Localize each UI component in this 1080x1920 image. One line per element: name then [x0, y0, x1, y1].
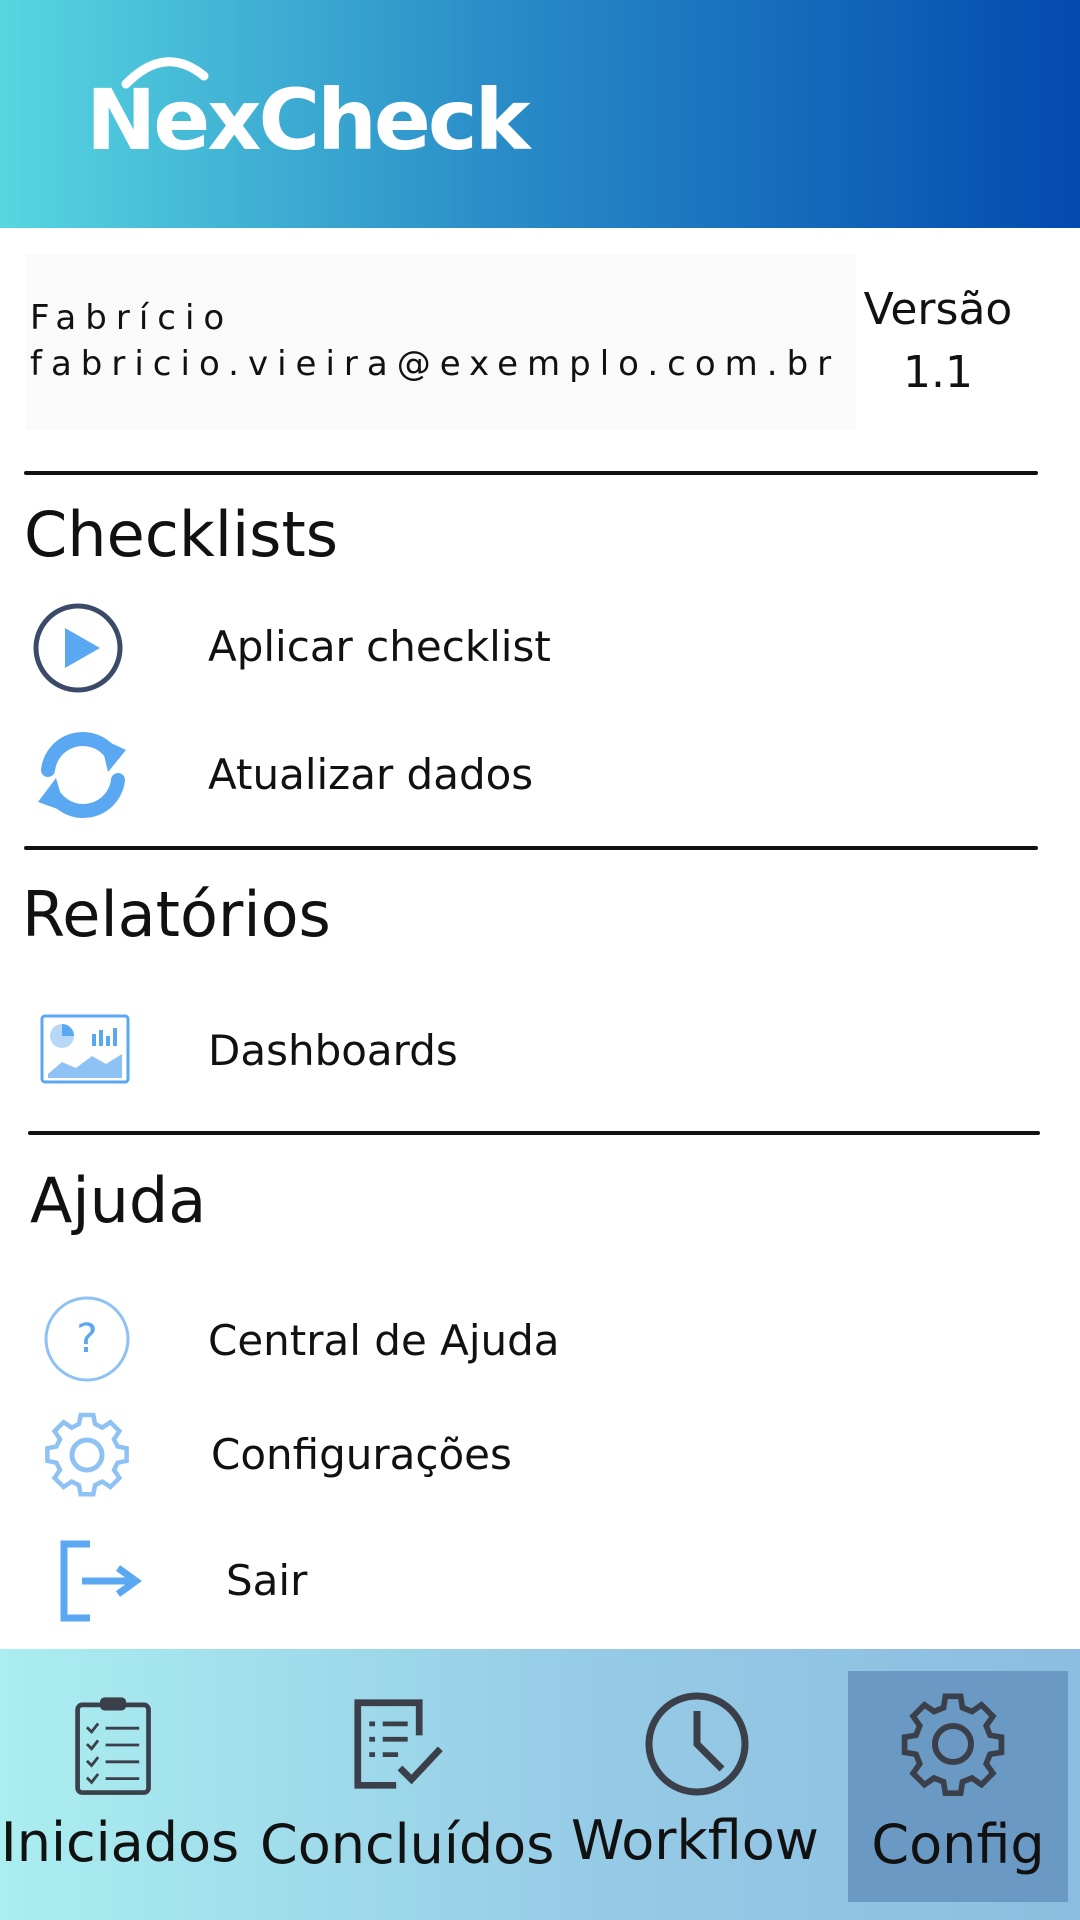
help-circle-icon: ?	[44, 1296, 130, 1382]
menu-item-central-de-ajuda[interactable]: ? Central de Ajuda	[0, 1284, 1080, 1394]
version-info: Versão 1.1	[858, 284, 1018, 398]
menu-label: Atualizar dados	[208, 750, 534, 799]
user-info-card: Fabrício fabricio.vieira@exemplo.com.br	[26, 254, 856, 430]
menu-label: Sair	[226, 1556, 308, 1605]
menu-label: Central de Ajuda	[208, 1316, 560, 1365]
nav-label: Config	[871, 1813, 1045, 1876]
document-check-icon	[354, 1699, 443, 1789]
menu-label: Configurações	[211, 1430, 512, 1479]
menu-item-aplicar-checklist[interactable]: Aplicar checklist	[0, 594, 1080, 704]
version-label: Versão	[863, 284, 1013, 335]
bottom-navigation: Iniciados Concluídos Workflow Config	[0, 1649, 1080, 1920]
menu-item-sair[interactable]: Sair	[0, 1526, 1080, 1636]
gear-icon	[45, 1412, 129, 1497]
version-value: 1.1	[903, 347, 973, 398]
user-name: Fabrício	[30, 298, 234, 338]
logout-icon	[60, 1540, 142, 1622]
svg-text:?: ?	[76, 1316, 97, 1362]
menu-item-configuracoes[interactable]: Configurações	[0, 1398, 1080, 1508]
nav-label: Workflow	[571, 1809, 819, 1872]
nav-tab-concluidos[interactable]: Concluídos	[260, 1649, 555, 1920]
divider	[24, 846, 1038, 850]
section-title-checklists: Checklists	[24, 498, 339, 571]
gear-icon	[901, 1693, 1005, 1797]
menu-item-dashboards[interactable]: Dashboards	[0, 996, 1080, 1106]
nav-tab-iniciados[interactable]: Iniciados	[0, 1649, 240, 1920]
section-title-relatorios: Relatórios	[22, 878, 331, 951]
nav-label: Iniciados	[0, 1811, 240, 1874]
clipboard-checklist-icon	[75, 1697, 151, 1795]
menu-item-atualizar-dados[interactable]: Atualizar dados	[0, 722, 1080, 832]
divider	[28, 1131, 1040, 1135]
play-circle-icon	[33, 603, 123, 693]
user-email: fabricio.vieira@exemplo.com.br	[30, 344, 841, 384]
clock-icon	[645, 1692, 749, 1796]
sync-icon	[38, 732, 126, 818]
app-header: NexCheck	[0, 0, 1080, 228]
nav-label: Concluídos	[260, 1813, 555, 1876]
nav-tab-workflow[interactable]: Workflow	[570, 1649, 820, 1920]
menu-label: Aplicar checklist	[208, 622, 551, 671]
section-title-ajuda: Ajuda	[30, 1164, 207, 1237]
menu-label: Dashboards	[208, 1026, 458, 1075]
logo-text: NexCheck	[86, 71, 531, 169]
app-logo: NexCheck	[86, 50, 531, 170]
dashboard-chart-icon	[40, 1014, 130, 1084]
nav-tab-config[interactable]: Config	[848, 1671, 1068, 1902]
divider	[24, 471, 1038, 475]
